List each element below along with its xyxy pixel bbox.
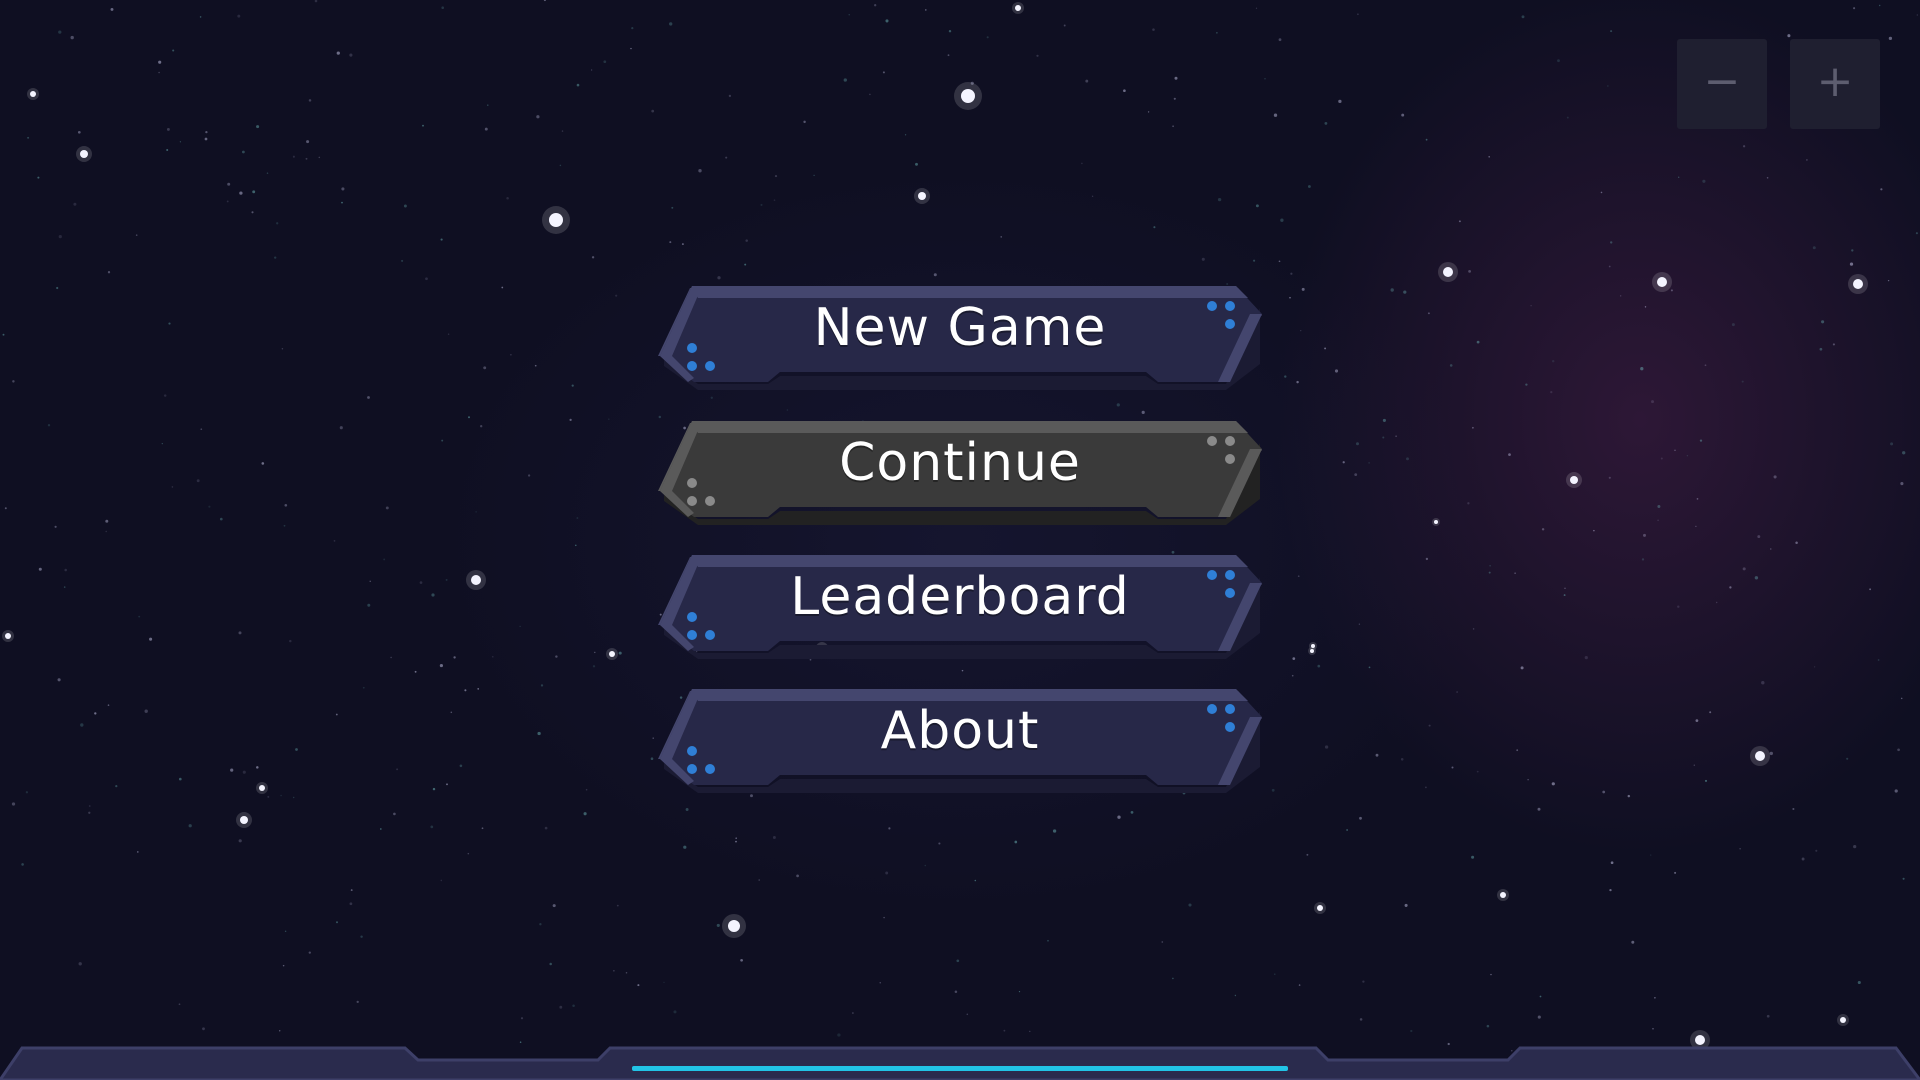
about-label: About — [880, 701, 1040, 761]
bottom-frame-bar — [0, 1046, 1920, 1080]
starfield-background — [2, 0, 1918, 1059]
new-game-button[interactable]: New Game — [658, 286, 1262, 392]
new-game-label: New Game — [813, 298, 1107, 358]
leaderboard-button[interactable]: Leaderboard — [658, 555, 1262, 661]
leaderboard-label: Leaderboard — [790, 567, 1130, 627]
continue-button[interactable]: Continue — [658, 421, 1262, 527]
progress-bar — [632, 1066, 1288, 1071]
about-button[interactable]: About — [658, 689, 1262, 795]
continue-label: Continue — [839, 433, 1081, 493]
zoom-out-button[interactable]: − — [1677, 39, 1767, 129]
zoom-in-button[interactable]: + — [1790, 39, 1880, 129]
